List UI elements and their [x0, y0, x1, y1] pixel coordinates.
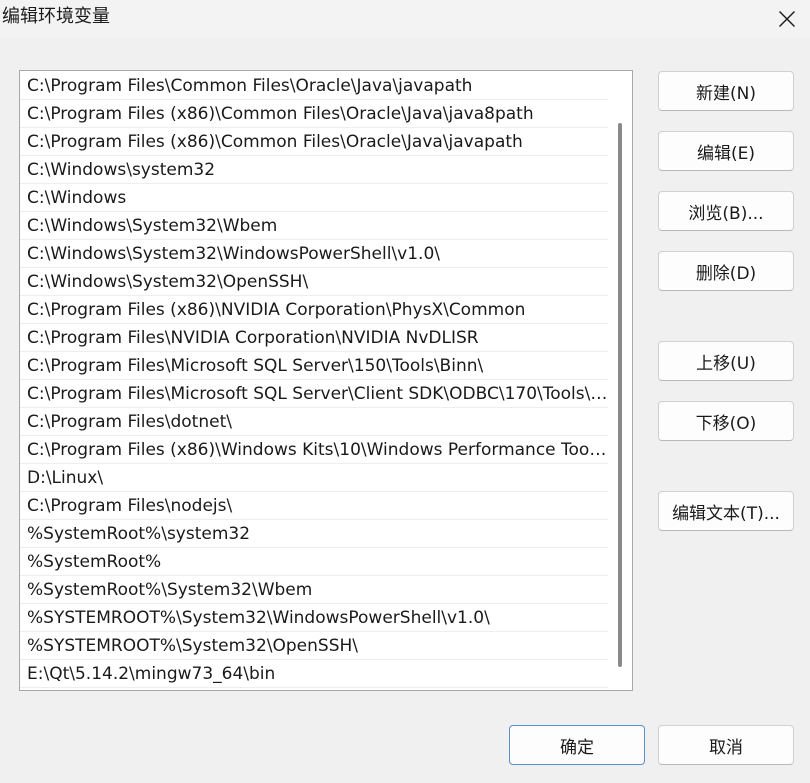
path-list-item[interactable]: %SystemRoot%\system32 — [20, 521, 608, 548]
path-list-item[interactable]: C:\Windows\System32\OpenSSH\ — [20, 269, 608, 296]
cancel-button[interactable]: 取消 — [658, 725, 794, 765]
path-list-item[interactable]: %SystemRoot% — [20, 549, 608, 576]
path-list-item[interactable]: C:\Windows\System32\WindowsPowerShell\v1… — [20, 241, 608, 268]
ok-button[interactable]: 确定 — [509, 725, 645, 765]
path-list-item[interactable]: %SYSTEMROOT%\System32\WindowsPowerShell\… — [20, 605, 608, 632]
path-list-item[interactable]: C:\Program Files (x86)\Common Files\Orac… — [20, 129, 608, 156]
title-bar: 编辑环境变量 — [0, 0, 810, 38]
path-list-item[interactable]: C:\Program Files (x86)\NVIDIA Corporatio… — [20, 297, 608, 324]
close-icon — [779, 11, 795, 27]
vertical-scrollbar[interactable] — [618, 123, 622, 667]
path-list-item[interactable]: E:\Qt\5.14.2\mingw73_64\bin — [20, 661, 608, 688]
browse-button[interactable]: 浏览(B)... — [658, 191, 794, 231]
move-up-button[interactable]: 上移(U) — [658, 341, 794, 381]
path-list-item[interactable]: C:\Windows — [20, 185, 608, 212]
path-list-item[interactable]: C:\Program Files\nodejs\ — [20, 493, 608, 520]
path-list-item[interactable]: C:\Program Files (x86)\Common Files\Orac… — [20, 101, 608, 128]
path-list-item[interactable]: %SystemRoot%\System32\Wbem — [20, 577, 608, 604]
path-list-item[interactable]: C:\Program Files\Microsoft SQL Server\Cl… — [20, 381, 608, 408]
close-button[interactable] — [764, 0, 810, 38]
edit-text-button[interactable]: 编辑文本(T)... — [658, 491, 794, 531]
window-title: 编辑环境变量 — [2, 6, 110, 27]
path-list-item[interactable]: C:\Program Files\Common Files\Oracle\Jav… — [20, 73, 608, 100]
delete-button[interactable]: 删除(D) — [658, 251, 794, 291]
path-list-item[interactable]: D:\Linux\ — [20, 465, 608, 492]
new-button[interactable]: 新建(N) — [658, 71, 794, 111]
move-down-button[interactable]: 下移(O) — [658, 401, 794, 441]
path-list-item[interactable]: C:\Windows\System32\Wbem — [20, 213, 608, 240]
path-list-item[interactable]: C:\Program Files\dotnet\ — [20, 409, 608, 436]
path-list-item[interactable]: C:\Program Files (x86)\Windows Kits\10\W… — [20, 437, 608, 464]
path-list-item[interactable]: %SYSTEMROOT%\System32\OpenSSH\ — [20, 633, 608, 660]
edit-button[interactable]: 编辑(E) — [658, 131, 794, 171]
path-list[interactable]: C:\Program Files\Common Files\Oracle\Jav… — [19, 70, 633, 691]
path-list-item[interactable]: C:\Program Files\NVIDIA Corporation\NVID… — [20, 325, 608, 352]
path-list-item[interactable]: C:\Program Files\Microsoft SQL Server\15… — [20, 353, 608, 380]
path-list-item[interactable]: C:\Windows\system32 — [20, 157, 608, 184]
